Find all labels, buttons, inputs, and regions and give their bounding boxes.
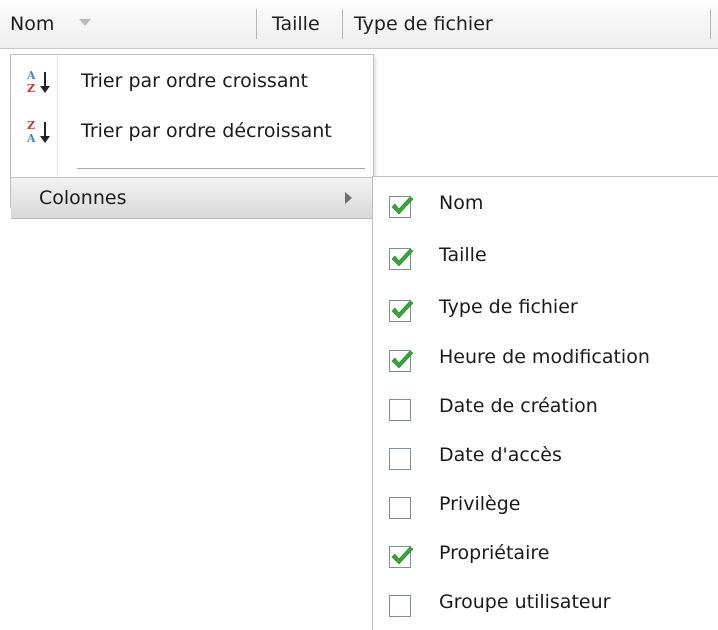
column-header-size[interactable]: Taille <box>272 0 320 48</box>
checkmark-icon <box>391 248 414 267</box>
menu-item-label: Colonnes <box>39 187 127 209</box>
checkmark-icon <box>391 196 414 215</box>
submenu-item-taille[interactable]: Taille <box>373 229 718 281</box>
menu-item-label: Trier par ordre décroissant <box>81 120 332 142</box>
file-browser: Nom Taille Type de fichier A Z Trier par… <box>0 0 718 630</box>
column-header-type[interactable]: Type de fichier <box>354 0 493 48</box>
sort-dropdown-icon[interactable] <box>79 19 91 26</box>
submenu-item-label: Date d'accès <box>439 444 562 466</box>
sort-ascending-icon: A Z <box>26 69 50 95</box>
column-divider[interactable] <box>342 9 343 39</box>
submenu-item-privilege[interactable]: Privilège <box>373 478 718 530</box>
submenu-item-label: Groupe utilisateur <box>439 591 611 613</box>
sort-descending-icon: Z A <box>26 119 50 145</box>
checkmark-icon <box>391 350 414 369</box>
submenu-item-label: Taille <box>439 244 487 266</box>
column-divider[interactable] <box>710 9 711 39</box>
column-checkbox[interactable] <box>389 248 414 270</box>
column-header-size-label: Taille <box>272 13 320 35</box>
submenu-item-label: Privilège <box>439 493 521 515</box>
submenu-item-label: Type de fichier <box>439 296 578 318</box>
svg-text:A: A <box>26 69 36 82</box>
submenu-item-label: Propriétaire <box>439 542 550 564</box>
column-checkbox[interactable] <box>389 546 414 568</box>
column-context-menu: A Z Trier par ordre croissant Z A Trier … <box>10 54 374 219</box>
column-header-name[interactable]: Nom <box>10 0 54 48</box>
submenu-item-label: Date de création <box>439 395 598 417</box>
checkmark-icon <box>391 546 414 565</box>
svg-text:Z: Z <box>27 82 35 95</box>
column-checkbox[interactable] <box>389 350 414 372</box>
submenu-item-type-de-fichier[interactable]: Type de fichier <box>373 281 718 333</box>
submenu-item-date-d-acces[interactable]: Date d'accès <box>373 429 718 481</box>
column-checkbox[interactable] <box>389 497 411 519</box>
menu-separator <box>77 168 365 169</box>
checkmark-icon <box>391 300 414 319</box>
column-checkbox[interactable] <box>389 448 411 470</box>
column-checkbox[interactable] <box>389 300 414 322</box>
svg-text:Z: Z <box>27 119 35 132</box>
column-header-type-label: Type de fichier <box>354 13 493 35</box>
column-divider[interactable] <box>256 9 257 39</box>
submenu-item-heure-de-modification[interactable]: Heure de modification <box>373 331 718 383</box>
columns-submenu: Nom Taille Type de fichier Heure de modi… <box>372 176 718 630</box>
menu-item-sort-ascending[interactable]: A Z Trier par ordre croissant <box>11 57 373 105</box>
column-checkbox[interactable] <box>389 196 414 218</box>
column-checkbox[interactable] <box>389 595 411 617</box>
submenu-item-nom[interactable]: Nom <box>373 177 718 229</box>
menu-item-label: Trier par ordre croissant <box>81 70 308 92</box>
column-header-name-label: Nom <box>10 13 55 35</box>
column-header-bar: Nom Taille Type de fichier <box>0 0 718 49</box>
menu-item-sort-descending[interactable]: Z A Trier par ordre décroissant <box>11 107 373 155</box>
menu-item-columns[interactable]: Colonnes <box>11 177 373 219</box>
submenu-item-date-de-creation[interactable]: Date de création <box>373 380 718 432</box>
svg-text:A: A <box>26 132 36 145</box>
submenu-item-label: Nom <box>439 192 484 214</box>
submenu-item-proprietaire[interactable]: Propriétaire <box>373 527 718 579</box>
submenu-item-groupe-utilisateur[interactable]: Groupe utilisateur <box>373 576 718 628</box>
column-checkbox[interactable] <box>389 399 411 421</box>
submenu-arrow-icon <box>345 192 352 204</box>
submenu-item-label: Heure de modification <box>439 346 650 368</box>
